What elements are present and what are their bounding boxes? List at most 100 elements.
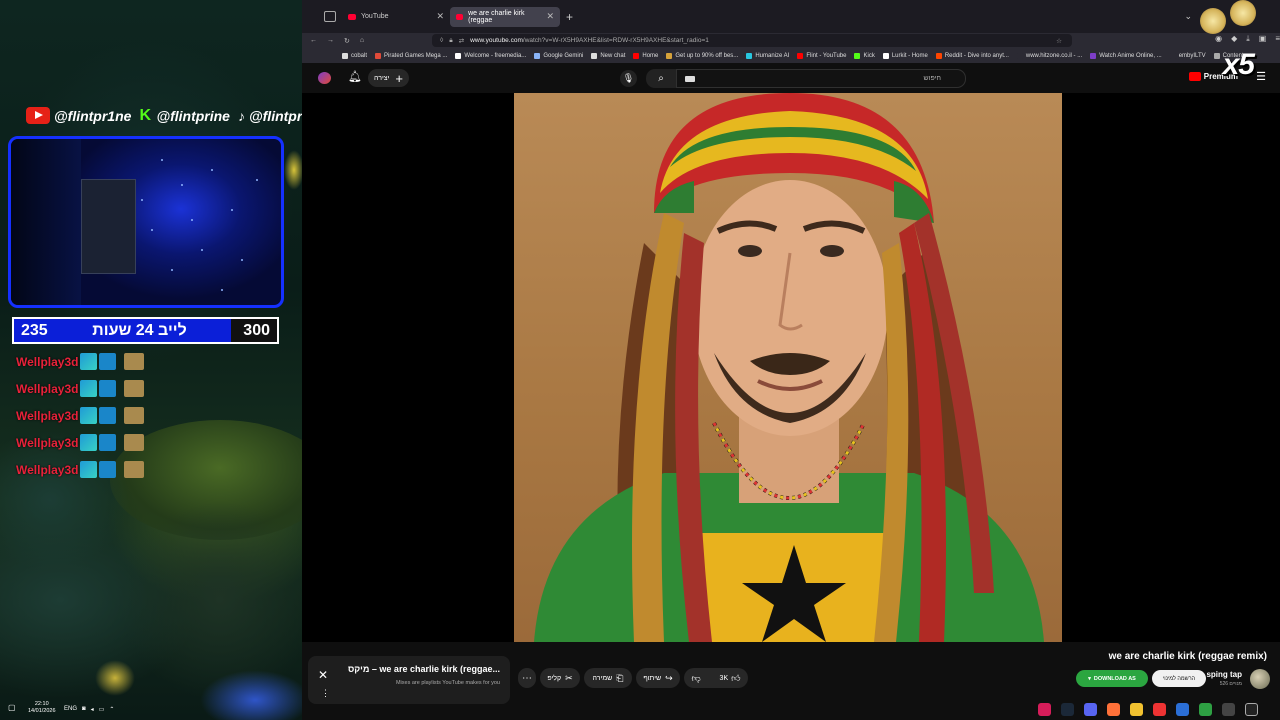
bookmark-item[interactable]: Get up to 90% off bes... xyxy=(666,52,738,59)
permissions-icon[interactable]: ⇄ xyxy=(459,37,464,45)
shield-icon[interactable]: ◊ xyxy=(440,37,443,44)
dislike-icon[interactable]: 👎︎ xyxy=(691,673,700,684)
url-bar[interactable]: ◊ 🔒︎ ⇄ www.youtube.com/watch?v=W-rX5H9AX… xyxy=(432,34,1072,47)
youtube-logo-icon xyxy=(1188,72,1201,81)
share-button[interactable]: שיתוף ↪ xyxy=(636,668,680,688)
tab-video[interactable]: we are charlie kirk (reggae ✕ xyxy=(450,6,560,27)
app-icon[interactable] xyxy=(1199,703,1212,716)
youtube-icon xyxy=(26,107,50,124)
bookmark-star-icon[interactable]: ☆ xyxy=(1056,37,1062,45)
clip-label: קליפ xyxy=(547,674,562,682)
bookmark-item[interactable]: Welcome - freemedia... xyxy=(455,52,526,59)
channel-avatar[interactable] xyxy=(1250,669,1270,689)
video-player[interactable] xyxy=(302,93,1280,642)
more-vertical-icon[interactable]: ⋮ xyxy=(321,688,330,699)
close-tab-icon[interactable]: ✕ xyxy=(436,11,444,22)
tab-list-icon[interactable] xyxy=(324,11,336,22)
spiral-eye-icon xyxy=(1230,0,1256,26)
battery-icon[interactable]: ▭ xyxy=(99,706,105,713)
app-icon[interactable] xyxy=(1176,703,1189,716)
bookmark-favicon-icon xyxy=(882,52,889,59)
bookmark-item[interactable]: www.hitzone.co.il - ... xyxy=(1016,52,1082,59)
bookmark-label: Humanize AI xyxy=(755,52,790,59)
close-icon[interactable]: ✕ xyxy=(318,668,328,682)
app-icon[interactable] xyxy=(1038,703,1051,716)
avatar[interactable] xyxy=(318,72,331,84)
bookmark-favicon-icon xyxy=(375,52,382,59)
bookmark-item[interactable]: embyILTV xyxy=(1169,52,1206,59)
bookmark-item[interactable]: cobalt xyxy=(342,52,367,59)
youtube-favicon-icon xyxy=(456,13,464,20)
folder-icon[interactable] xyxy=(1130,703,1143,716)
forward-icon[interactable]: → xyxy=(327,37,334,44)
bookmark-item[interactable]: Humanize AI xyxy=(746,52,790,59)
menu-icon[interactable]: ≡ xyxy=(1275,34,1280,44)
event-name: Wellplay3d xyxy=(16,462,79,477)
bell-icon[interactable]: 🔔︎ xyxy=(348,70,362,83)
new-tab-button[interactable]: + xyxy=(566,10,573,24)
bookmark-favicon-icon xyxy=(342,52,348,59)
chevron-down-icon[interactable]: ⌄ xyxy=(1184,11,1192,22)
emote-icon xyxy=(124,380,145,397)
lock-icon[interactable]: 🔒︎ xyxy=(449,37,452,45)
home-icon[interactable]: ⌂ xyxy=(360,37,364,44)
search-button[interactable]: ⌕ xyxy=(646,69,676,88)
subathon-goal: 300 xyxy=(231,319,277,342)
clip-button[interactable]: קליפ ✂ xyxy=(540,668,580,688)
create-button[interactable]: יצירה + xyxy=(368,69,410,87)
wifi-icon[interactable]: ◙ xyxy=(82,706,86,713)
hammer-icon xyxy=(99,407,117,424)
bookmark-item[interactable]: Flint - YouTube xyxy=(797,52,846,59)
taskbar-clock[interactable]: 22:10 14/01/2026 xyxy=(28,701,56,715)
microphone-icon[interactable]: 🎙︎ xyxy=(620,70,637,87)
more-horizontal-icon: ⋯ xyxy=(522,672,532,684)
steam-icon[interactable] xyxy=(1061,703,1074,716)
webcam-shelf xyxy=(81,179,136,274)
tab-strip: YouTube ✕ we are charlie kirk (reggae ✕ … xyxy=(302,0,1280,33)
back-icon[interactable]: ← xyxy=(310,37,317,44)
aquarium-rock xyxy=(120,500,302,700)
channel-name[interactable]: sping tap xyxy=(1206,670,1242,679)
keyboard-icon[interactable] xyxy=(685,75,695,82)
like-button[interactable]: 3K 👍︎ xyxy=(720,673,741,684)
bookmark-favicon-icon xyxy=(935,52,942,59)
event-item: Wellplay3d xyxy=(16,456,145,483)
search-input[interactable]: חיפוש xyxy=(676,69,966,88)
tab-youtube[interactable]: YouTube ✕ xyxy=(342,7,450,27)
bookmark-item[interactable]: Google Gemini xyxy=(534,52,583,59)
hamburger-menu-icon[interactable]: ☰ xyxy=(1256,70,1266,83)
event-feed: Wellplay3d Wellplay3d Wellplay3d Wellpla… xyxy=(16,348,145,483)
event-item: Wellplay3d xyxy=(16,429,145,456)
youtube-header: 🔔︎ יצירה + 🎙︎ ⌕ חיפוש Premium ☰ xyxy=(302,63,1280,93)
obs-icon[interactable] xyxy=(1153,703,1166,716)
chevron-up-icon[interactable]: ⌃ xyxy=(109,706,114,713)
close-tab-icon[interactable]: ✕ xyxy=(546,11,554,22)
badge-icon xyxy=(80,407,98,424)
bookmark-item[interactable]: Pirated Games Mega ... xyxy=(375,52,447,59)
mix-playlist-card[interactable]: ✕ ⋮ מיקס – we are charlie kirk (reggae..… xyxy=(308,656,510,704)
bookmark-favicon-icon xyxy=(666,52,673,59)
save-button[interactable]: שמירה ⎗ xyxy=(584,668,632,688)
social-youtube: @flintpr1ne xyxy=(26,107,131,124)
clock-time: 22:10 xyxy=(34,701,49,707)
more-actions-button[interactable]: ⋯ xyxy=(518,668,536,688)
bookmark-item[interactable]: Reddit - Dive into anyt... xyxy=(935,52,1009,59)
bookmark-item[interactable]: Watch Anime Online, ... xyxy=(1090,52,1162,59)
desktop-icon[interactable] xyxy=(1245,703,1258,716)
reload-icon[interactable]: ↻ xyxy=(344,37,350,45)
firefox-icon[interactable] xyxy=(1107,703,1120,716)
bookmark-item[interactable]: Home xyxy=(633,52,658,59)
notification-icon[interactable]: ▢ xyxy=(8,703,16,712)
bookmark-icon: ⎗ xyxy=(616,672,624,683)
bookmark-item[interactable]: Kick xyxy=(854,52,875,59)
language-indicator[interactable]: ENG xyxy=(64,706,77,713)
event-item: Wellplay3d xyxy=(16,402,145,429)
download-button[interactable]: ▾ DOWNLOAD AS xyxy=(1076,670,1148,687)
discord-icon[interactable] xyxy=(1084,703,1097,716)
bookmark-label: Kick xyxy=(863,52,875,59)
app-icon[interactable] xyxy=(1222,703,1235,716)
subscribe-button[interactable]: הרשמה למינוי xyxy=(1152,670,1206,687)
bookmark-item[interactable]: Lurkit - Home xyxy=(882,52,928,59)
volume-icon[interactable]: ◂ xyxy=(91,706,94,713)
bookmark-item[interactable]: New chat xyxy=(591,52,625,59)
